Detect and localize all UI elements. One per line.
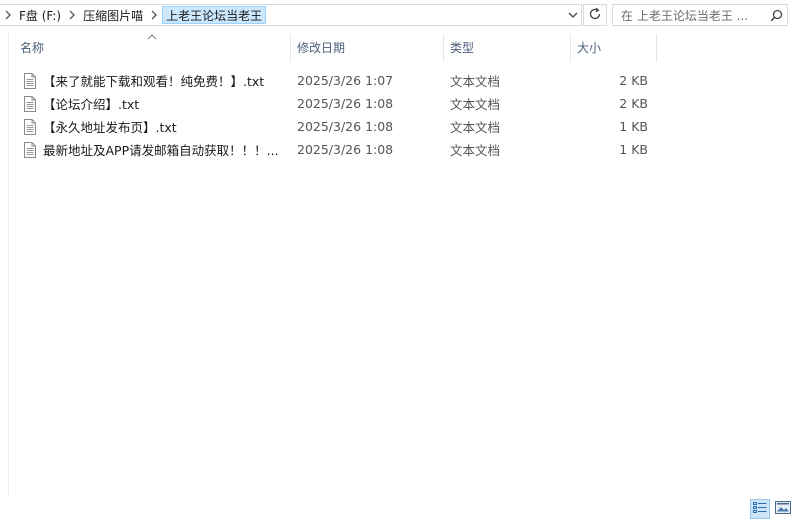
- chevron-right-icon[interactable]: [146, 5, 162, 25]
- file-explorer-window: F盘 (F:) 压缩图片喵 上老王论坛当老王 在 上老王论坛当老王 ... 名称…: [0, 0, 800, 523]
- breadcrumb-folder[interactable]: 压缩图片喵: [80, 5, 146, 25]
- details-view-button[interactable]: [750, 499, 770, 519]
- details-view-icon: [753, 501, 767, 517]
- file-type: 文本文档: [450, 143, 501, 158]
- search-placeholder: 在 上老王论坛当老王 ...: [621, 8, 749, 23]
- text-file-icon: [24, 141, 36, 158]
- file-row[interactable]: 【永久地址发布页】.txt 2025/3/26 1:08 文本文档 1 KB: [0, 115, 800, 138]
- column-header-name[interactable]: 名称: [16, 32, 288, 62]
- refresh-icon: [588, 7, 602, 24]
- refresh-button[interactable]: [583, 4, 607, 26]
- column-header-type[interactable]: 类型: [446, 32, 568, 62]
- chevron-right-icon[interactable]: [64, 5, 80, 25]
- column-header-row: 名称 修改日期 类型 大小: [0, 32, 800, 62]
- file-modified: 2025/3/26 1:07: [297, 73, 394, 88]
- chevron-right-icon[interactable]: [0, 5, 16, 25]
- breadcrumb-current-folder[interactable]: 上老王论坛当老王: [162, 6, 267, 24]
- file-row[interactable]: 【论坛介绍】.txt 2025/3/26 1:08 文本文档 2 KB: [0, 92, 800, 115]
- file-row[interactable]: 最新地址及APP请发邮箱自动获取！！！... 2025/3/26 1:08 文本…: [0, 138, 800, 161]
- file-type: 文本文档: [450, 97, 501, 112]
- text-file-icon: [24, 95, 36, 112]
- column-header-size[interactable]: 大小: [573, 32, 655, 62]
- column-divider[interactable]: [443, 34, 444, 62]
- large-icons-view-button[interactable]: [773, 499, 793, 519]
- text-file-icon: [24, 118, 36, 135]
- search-icon[interactable]: [765, 5, 787, 25]
- navigation-bar: F盘 (F:) 压缩图片喵 上老王论坛当老王 在 上老王论坛当老王 ...: [0, 0, 800, 32]
- file-type: 文本文档: [450, 120, 501, 135]
- file-name: 【永久地址发布页】.txt: [43, 120, 177, 135]
- large-icons-view-icon: [775, 501, 791, 517]
- file-size: 2 KB: [619, 96, 648, 111]
- file-type: 文本文档: [450, 74, 501, 89]
- column-divider[interactable]: [570, 34, 571, 62]
- file-row[interactable]: 【来了就能下载和观看！纯免费！】.txt 2025/3/26 1:07 文本文档…: [0, 69, 800, 92]
- file-name: 【论坛介绍】.txt: [43, 97, 140, 112]
- file-size: 1 KB: [619, 119, 648, 134]
- file-modified: 2025/3/26 1:08: [297, 142, 394, 157]
- text-file-icon: [24, 72, 36, 89]
- address-bar[interactable]: F盘 (F:) 压缩图片喵 上老王论坛当老王: [0, 4, 582, 26]
- file-list: 【来了就能下载和观看！纯免费！】.txt 2025/3/26 1:07 文本文档…: [0, 69, 800, 161]
- chevron-down-icon[interactable]: [565, 5, 581, 25]
- file-name: 最新地址及APP请发邮箱自动获取！！！...: [43, 143, 279, 158]
- file-modified: 2025/3/26 1:08: [297, 96, 394, 111]
- column-divider[interactable]: [656, 34, 657, 62]
- column-header-modified[interactable]: 修改日期: [293, 32, 441, 62]
- column-divider[interactable]: [290, 34, 291, 62]
- file-size: 2 KB: [619, 73, 648, 88]
- file-size: 1 KB: [619, 142, 648, 157]
- file-name: 【来了就能下载和观看！纯免费！】.txt: [43, 74, 265, 89]
- file-modified: 2025/3/26 1:08: [297, 119, 394, 134]
- search-input[interactable]: 在 上老王论坛当老王 ...: [612, 4, 788, 26]
- breadcrumb-drive[interactable]: F盘 (F:): [16, 5, 64, 25]
